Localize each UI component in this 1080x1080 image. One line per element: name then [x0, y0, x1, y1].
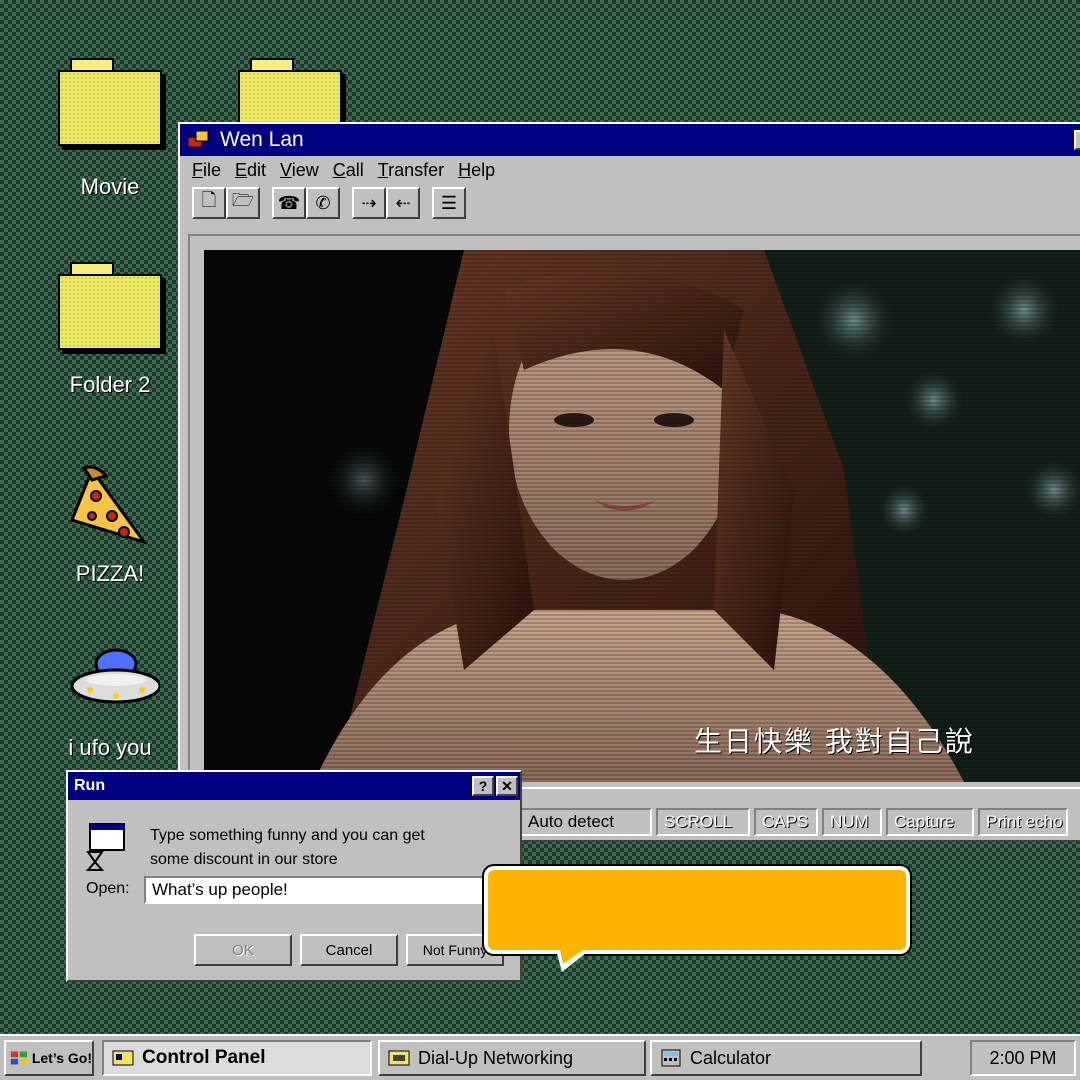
window-title: Wen Lan	[220, 128, 304, 151]
open-label: Open:	[86, 880, 130, 897]
terminal-frame: 生日快樂 我對自己說	[188, 234, 1080, 789]
menu-transfer[interactable]: Transfer	[372, 160, 452, 181]
start-label: Let’s Go!	[31, 1050, 92, 1066]
run-message-line-2: some discount in our store	[150, 851, 338, 868]
run-dialog: Run ? ✕ Type something funny and you can…	[66, 770, 522, 982]
taskbar: Let’s Go! Control Panel Dial-Up Networki…	[0, 1034, 1080, 1080]
phone-icon[interactable]: ☎	[272, 187, 306, 219]
toolbar: 🗋 🗁 ☎ ✆ ⇢ ⇠ ☰	[180, 185, 1080, 227]
minimize-button[interactable]: _	[1074, 130, 1080, 150]
window-title-bar[interactable]: Wen Lan _	[180, 124, 1080, 156]
task-label: Control Panel	[142, 1047, 266, 1068]
clock: 2:00 PM	[970, 1040, 1076, 1076]
dial-icon[interactable]: ✆	[306, 187, 340, 219]
video-caption: 生日快樂 我對自己說	[694, 725, 975, 758]
hyperterminal-icon	[186, 129, 210, 151]
speech-bubble	[488, 870, 906, 950]
calculator-icon	[661, 1049, 681, 1067]
open-icon[interactable]: 🗁	[226, 187, 260, 219]
start-button[interactable]: Let’s Go!	[4, 1040, 94, 1076]
new-icon[interactable]: 🗋	[192, 187, 226, 219]
run-title: Run	[74, 777, 106, 794]
task-label: Calculator	[690, 1047, 772, 1068]
desktop-icon-pizza[interactable]: PIZZA!	[50, 458, 170, 587]
desktop-icon-label: PIZZA!	[75, 561, 145, 586]
dial-up-icon	[388, 1050, 410, 1066]
receive-icon[interactable]: ⇠	[386, 187, 420, 219]
status-num: NUM	[822, 808, 882, 836]
desktop-icon-ufo[interactable]: i ufo you	[50, 646, 170, 761]
menu-edit[interactable]: Edit	[229, 160, 274, 181]
menu-bar: File Edit View Call Transfer Help	[180, 156, 1080, 185]
status-capture: Capture	[886, 808, 974, 836]
run-title-bar[interactable]: Run ? ✕	[68, 772, 520, 800]
task-control-panel[interactable]: Control Panel	[102, 1040, 372, 1076]
folder-icon	[58, 58, 162, 146]
ufo-icon	[70, 648, 162, 704]
desktop-icon-label: Folder 2	[69, 372, 151, 397]
run-message: Type something funny and you can get som…	[150, 824, 425, 872]
open-input[interactable]: What’s up people!	[144, 876, 494, 904]
desktop-icon-folder-2[interactable]: Folder 2	[50, 262, 170, 398]
status-scroll: SCROLL	[656, 808, 750, 836]
run-program-icon	[84, 822, 126, 872]
start-logo-icon	[10, 1051, 28, 1065]
desktop-icon-label: i ufo you	[68, 735, 152, 760]
desktop-icon-movie[interactable]: Movie	[50, 58, 170, 200]
status-print-echo: Print echo	[978, 808, 1068, 836]
menu-file[interactable]: File	[186, 160, 229, 181]
status-bar: Auto detect SCROLL CAPS NUM Capture Prin…	[520, 808, 1068, 836]
status-auto-detect: Auto detect	[520, 808, 652, 836]
menu-help[interactable]: Help	[452, 160, 503, 181]
menu-view[interactable]: View	[274, 160, 327, 181]
speech-bubble-tail-fill	[560, 950, 583, 964]
close-button[interactable]: ✕	[496, 776, 518, 796]
video-image: 生日快樂 我對自己說	[204, 250, 1080, 782]
desktop-icon-label: Movie	[80, 174, 140, 199]
portrait-image	[204, 250, 1080, 782]
ok-button[interactable]: OK	[194, 934, 292, 966]
task-calculator[interactable]: Calculator	[650, 1040, 922, 1076]
control-panel-icon	[112, 1050, 134, 1066]
help-button[interactable]: ?	[472, 776, 494, 796]
properties-icon[interactable]: ☰	[432, 187, 466, 219]
task-label: Dial-Up Networking	[418, 1047, 574, 1068]
folder-icon	[58, 262, 162, 350]
menu-call[interactable]: Call	[327, 160, 372, 181]
send-icon[interactable]: ⇢	[352, 187, 386, 219]
task-dial-up-networking[interactable]: Dial-Up Networking	[378, 1040, 646, 1076]
run-message-line-1: Type something funny and you can get	[150, 827, 425, 844]
cancel-button[interactable]: Cancel	[300, 934, 398, 966]
wen-lan-window: Wen Lan _ File Edit View Call Transfer H…	[178, 122, 1080, 842]
pizza-icon	[70, 465, 148, 545]
status-caps: CAPS	[754, 808, 818, 836]
